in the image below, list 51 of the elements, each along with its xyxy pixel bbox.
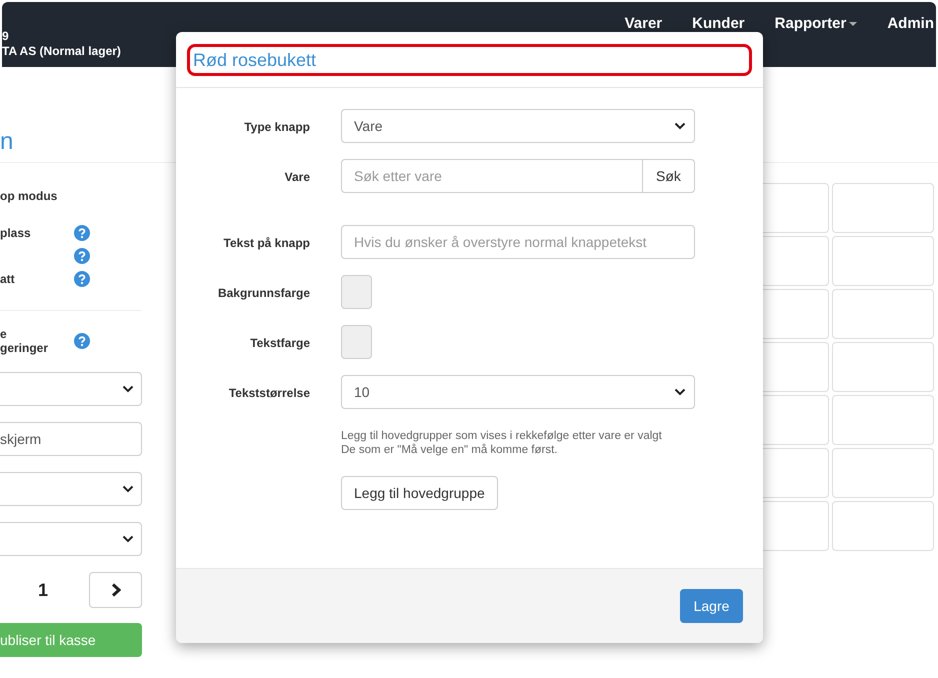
help-text: Legg til hovedgrupper som vises i rekkefølge etter vare er valgt De som er "Må velge en" må komme først. (341, 429, 663, 457)
text-field[interactable]: skjerm (0, 422, 142, 456)
field-label: Tekststørrelse (228, 386, 310, 400)
color-swatch[interactable] (341, 325, 372, 359)
nav-link[interactable]: Admin (887, 13, 934, 36)
field-label: Bakgrunnsfarge (218, 286, 310, 300)
next-page-button[interactable] (89, 572, 142, 608)
modal-title: Rød rosebukett (193, 48, 316, 72)
field-label: Tekstfarge (250, 336, 310, 350)
color-swatch[interactable] (341, 275, 372, 309)
page-heading: n (0, 130, 14, 154)
save-button[interactable]: Lagre (680, 589, 743, 623)
option-label: e geringer (0, 326, 48, 354)
chevron-down-icon (674, 122, 686, 130)
grid-tile[interactable] (832, 448, 934, 498)
add-group-button[interactable]: Legg til hovedgruppe (341, 476, 498, 510)
option-label: plass (0, 226, 31, 240)
select-field[interactable] (0, 522, 142, 556)
option-label: att (0, 272, 15, 286)
chevron-down-icon (122, 535, 134, 543)
select-field[interactable]: Vare (341, 109, 695, 143)
select-field[interactable] (0, 372, 142, 406)
text-field[interactable]: Hvis du ønsker å overstyre normal knappetekst (341, 225, 695, 259)
grid-tile[interactable] (832, 395, 934, 445)
mode-label: op modus (0, 188, 58, 205)
select-field[interactable]: 10 (341, 375, 695, 409)
nav-link[interactable]: Kunder (692, 13, 745, 36)
field-label: Tekst på knapp (224, 236, 310, 250)
chevron-down-icon (122, 485, 134, 493)
help-icon[interactable] (74, 332, 90, 348)
grid-tile[interactable] (832, 289, 934, 339)
search-button[interactable]: Søk (643, 159, 695, 193)
field-label: Type knapp (244, 120, 310, 134)
brand-text: 9 TA AS (Normal lager) (2, 29, 121, 59)
field-label: Vare (284, 170, 310, 184)
select-field[interactable] (0, 472, 142, 506)
page-number: 1 (38, 578, 48, 602)
nav-link[interactable]: Rapporter (774, 13, 858, 36)
chevron-down-icon (674, 388, 686, 396)
help-icon[interactable] (74, 248, 90, 264)
search-field[interactable]: Søk etter vare (341, 159, 643, 193)
nav-link[interactable]: Varer (624, 13, 662, 36)
grid-tile[interactable] (832, 183, 934, 233)
grid-tile[interactable] (832, 236, 934, 286)
chevron-right-icon (110, 583, 120, 597)
grid-tile[interactable] (832, 342, 934, 392)
help-icon[interactable] (74, 270, 90, 286)
caret-icon (849, 22, 858, 26)
grid-tile[interactable] (832, 501, 934, 551)
help-icon[interactable] (74, 224, 90, 240)
chevron-down-icon (122, 385, 134, 393)
